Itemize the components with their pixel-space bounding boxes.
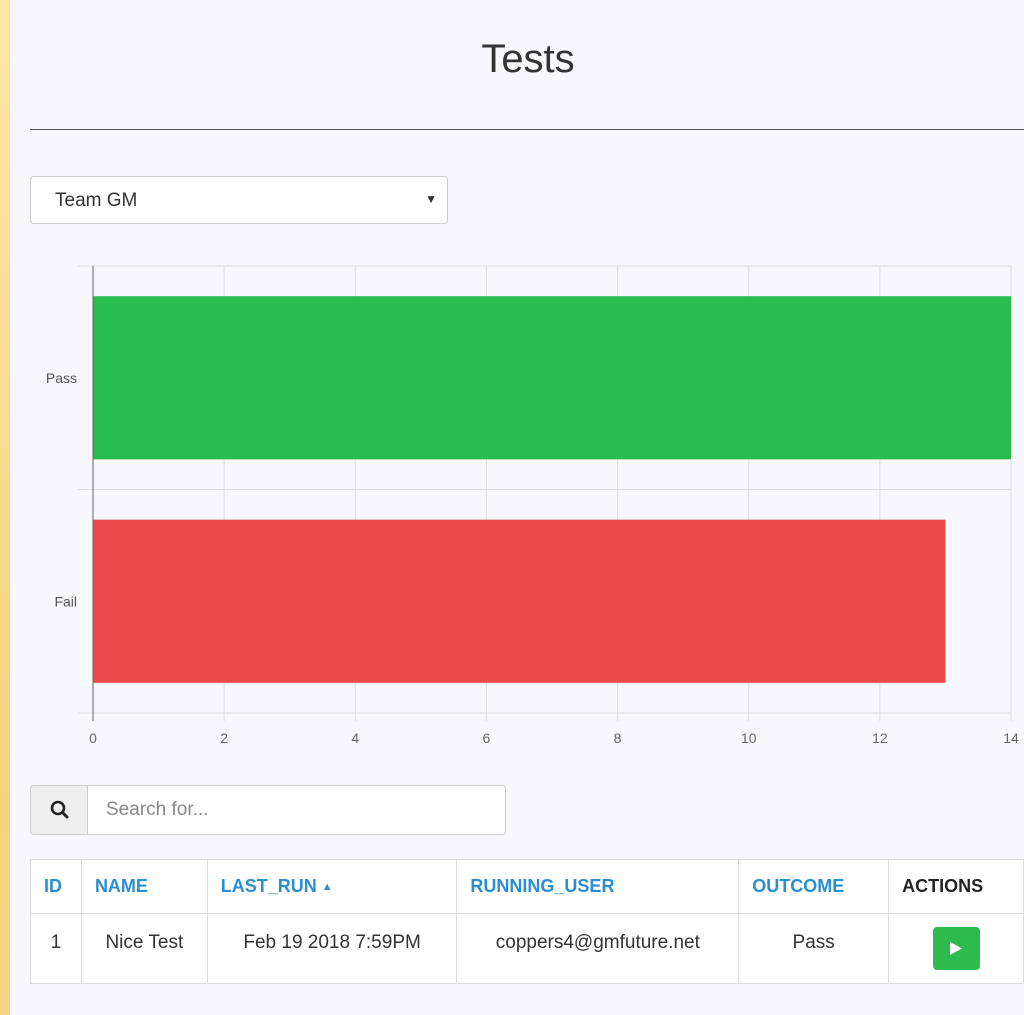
y-tick-label: Pass — [46, 370, 77, 386]
table-row: 1 Nice Test Feb 19 2018 7:59PM coppers4@… — [30, 913, 1024, 984]
x-tick-label: 8 — [614, 730, 622, 746]
column-header-label: OUTCOME — [752, 876, 845, 896]
column-header-label: ID — [44, 876, 62, 896]
column-header-id[interactable]: ID — [30, 859, 82, 914]
play-icon — [949, 942, 962, 955]
x-tick-label: 12 — [872, 730, 888, 746]
column-header-label: ACTIONS — [902, 876, 984, 896]
cell-id: 1 — [30, 913, 82, 984]
column-header-actions: ACTIONS — [888, 859, 1024, 914]
column-header-label: NAME — [94, 876, 148, 896]
table-header-row: ID NAME LAST_RUN ▲ RUNNING_USER OUTCOME A… — [30, 859, 1024, 914]
column-header-last-run[interactable]: LAST_RUN ▲ — [206, 859, 458, 914]
column-header-running-user[interactable]: RUNNING_USER — [456, 859, 740, 914]
column-header-name[interactable]: NAME — [80, 859, 208, 914]
x-tick-label: 0 — [89, 730, 97, 746]
x-tick-label: 10 — [741, 730, 757, 746]
team-select-value: Team GM — [55, 190, 138, 211]
y-tick-label: Fail — [54, 593, 77, 609]
bar-pass — [93, 296, 1011, 460]
column-header-label: RUNNING_USER — [470, 876, 615, 896]
search-input[interactable] — [88, 786, 505, 834]
x-tick-label: 2 — [220, 730, 228, 746]
run-test-button[interactable] — [932, 927, 980, 970]
page-title: Tests — [481, 37, 575, 81]
x-tick-label: 6 — [483, 730, 491, 746]
column-header-label: LAST_RUN — [220, 876, 317, 896]
chevron-down-icon: ▼ — [425, 192, 437, 206]
cell-actions — [888, 913, 1024, 984]
x-tick-label: 4 — [351, 730, 359, 746]
outcome-bar-chart: 0 2 4 6 8 10 12 14 Pass Fail — [46, 265, 1019, 746]
cell-running-user: coppers4@gmfuture.net — [456, 913, 740, 984]
x-tick-label: 14 — [1003, 730, 1019, 746]
search-group — [30, 785, 506, 835]
search-icon — [50, 800, 69, 819]
bar-fail — [93, 519, 946, 683]
cell-last-run: Feb 19 2018 7:59PM — [206, 913, 458, 984]
sort-ascending-icon: ▲ — [321, 881, 333, 893]
search-addon[interactable] — [31, 786, 88, 834]
column-header-outcome[interactable]: OUTCOME — [738, 859, 890, 914]
cell-name: Nice Test — [80, 913, 208, 984]
title-divider — [30, 129, 1024, 130]
team-select[interactable]: Team GM ▼ — [30, 176, 448, 224]
cell-outcome: Pass — [738, 913, 890, 984]
tests-table: ID NAME LAST_RUN ▲ RUNNING_USER OUTCOME A… — [30, 859, 1024, 984]
main-panel: Tests Team GM ▼ 0 2 4 6 8 10 12 14 Pass Fail ID N… — [10, 0, 1024, 1015]
